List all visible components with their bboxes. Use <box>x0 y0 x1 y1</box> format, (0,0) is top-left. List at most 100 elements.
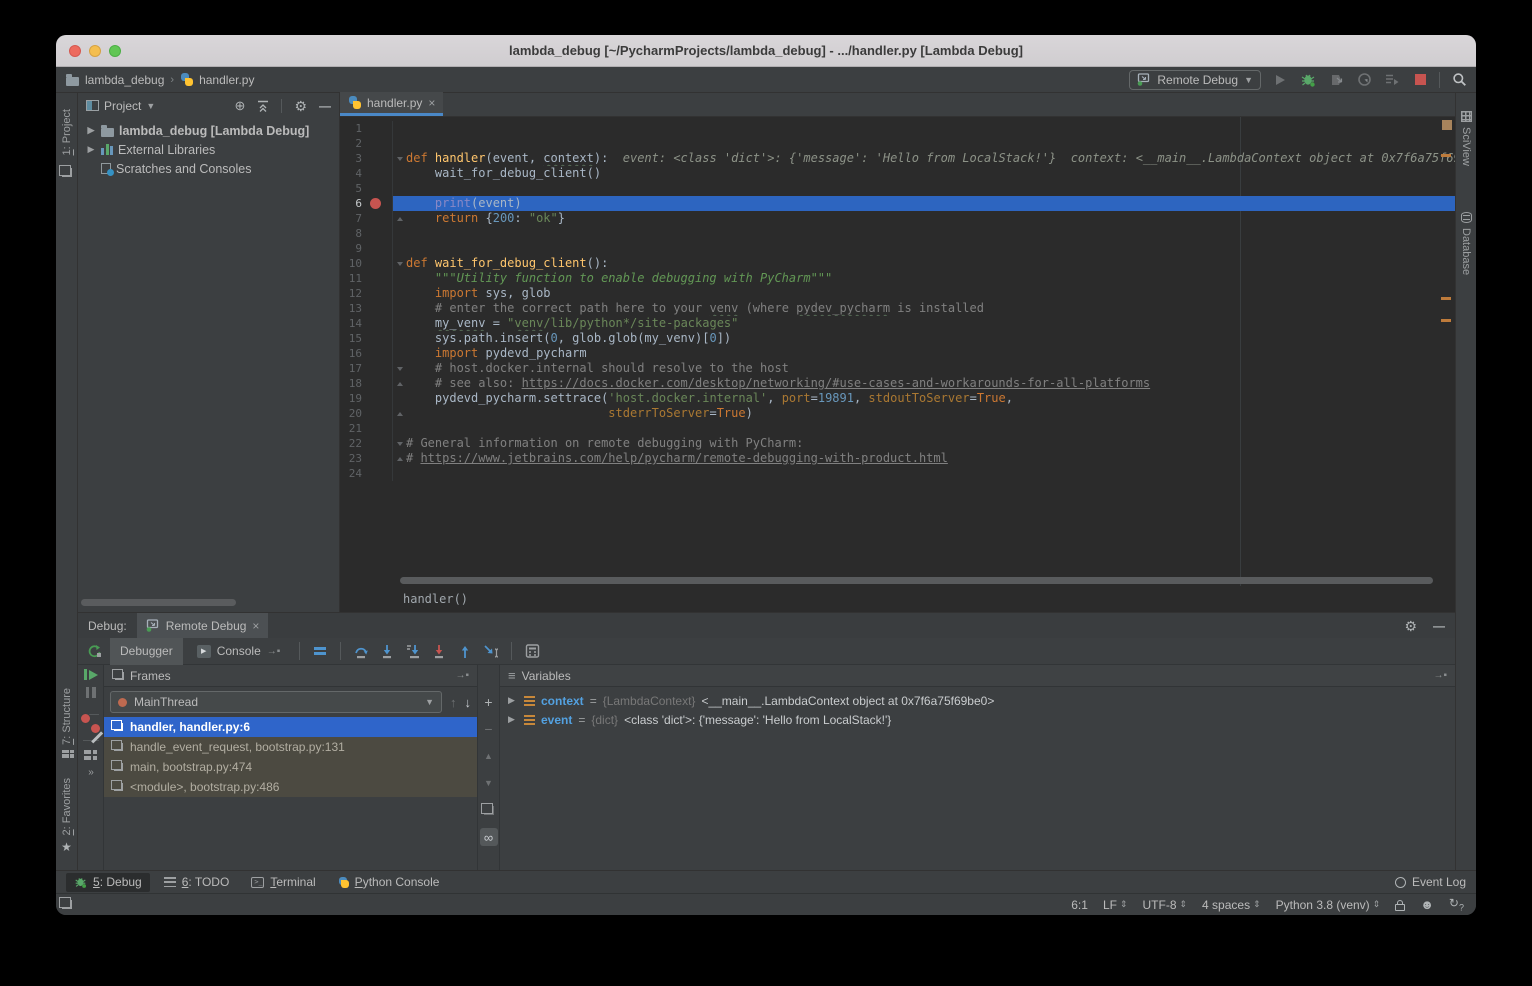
step-into-button[interactable] <box>376 640 398 662</box>
tab-debugger[interactable]: Debugger <box>110 638 183 665</box>
restore-layout-icon[interactable]: →▪ <box>1433 670 1447 681</box>
tool-stripe-favorites[interactable]: 2: Favorites ★ <box>61 778 73 854</box>
collapse-all-button[interactable] <box>257 100 269 112</box>
gutter[interactable]: 11 <box>340 271 393 286</box>
tool-window-tab--todo[interactable]: 6: TODO <box>156 873 238 892</box>
breakpoint[interactable] <box>362 198 388 209</box>
chevron-down-icon[interactable]: ▼ <box>146 101 155 111</box>
frame-row[interactable]: handle_event_request, bootstrap.py:131 <box>104 737 477 757</box>
lock-icon[interactable] <box>1395 904 1405 911</box>
fold-marker-icon[interactable] <box>393 211 406 226</box>
code-editor[interactable]: 123def handler(event, context): event: <… <box>340 117 1455 586</box>
code-line[interactable]: 19 pydevd_pycharm.settrace('host.docker.… <box>340 391 1455 406</box>
gutter[interactable]: 9 <box>340 241 393 256</box>
hide-panel-button[interactable]: — <box>319 99 331 113</box>
tree-item[interactable]: ▶External Libraries <box>78 140 339 159</box>
tool-window-tab-python-console[interactable]: Python Console <box>330 873 448 892</box>
code-line[interactable]: 15 sys.path.insert(0, glob.glob(my_venv)… <box>340 331 1455 346</box>
close-session-icon[interactable]: × <box>252 619 259 633</box>
fold-marker-icon[interactable] <box>393 436 406 451</box>
coverage-button[interactable] <box>1327 71 1345 89</box>
warning-stripe-mark[interactable] <box>1441 319 1451 322</box>
variable-row[interactable]: ▶event={dict}<class 'dict'>: {'message':… <box>500 710 1455 729</box>
show-execution-point-button[interactable] <box>309 640 331 662</box>
editor-horizontal-scrollbar[interactable] <box>400 577 1433 584</box>
gutter[interactable]: 21 <box>340 421 393 436</box>
move-watch-up-button[interactable]: ▲ <box>480 747 498 765</box>
tool-window-tab--debug[interactable]: 5: Debug <box>66 873 150 892</box>
fold-marker-icon[interactable] <box>393 256 406 271</box>
code-line[interactable]: 10def wait_for_debug_client(): <box>340 256 1455 271</box>
frame-row[interactable]: <module>, bootstrap.py:486 <box>104 777 477 797</box>
gutter[interactable]: 5 <box>340 181 393 196</box>
tool-stripe-project[interactable]: 1: Project <box>61 109 73 177</box>
code-line[interactable]: 9 <box>340 241 1455 256</box>
step-out-button[interactable] <box>454 640 476 662</box>
code-line[interactable]: 7 return {200: "ok"} <box>340 211 1455 226</box>
expand-arrow-icon[interactable]: ▶ <box>508 714 518 725</box>
run-to-cursor-button[interactable] <box>480 640 502 662</box>
fold-marker-icon[interactable] <box>393 151 406 166</box>
gutter[interactable]: 23 <box>340 451 393 466</box>
code-line[interactable]: 23# https://www.jetbrains.com/help/pycha… <box>340 451 1455 466</box>
variable-row[interactable]: ▶context={LambdaContext}<__main__.Lambda… <box>500 691 1455 710</box>
status-item[interactable]: LF⇕ <box>1103 898 1128 912</box>
tool-stripe-database[interactable]: Database <box>1460 212 1472 275</box>
fold-marker-icon[interactable] <box>393 406 406 421</box>
code-line[interactable]: 11 """Utility function to enable debuggi… <box>340 271 1455 286</box>
move-watch-down-button[interactable]: ▼ <box>480 774 498 792</box>
step-into-my-code-button[interactable] <box>428 640 450 662</box>
tree-item[interactable]: Scratches and Consoles <box>78 159 339 178</box>
tree-item[interactable]: ▶lambda_debug [Lambda Debug] <box>78 121 339 140</box>
inspection-status-square[interactable] <box>1442 120 1452 130</box>
gutter[interactable]: 1 <box>340 121 393 136</box>
update-info-icon[interactable]: ↻? <box>1449 896 1464 912</box>
hide-debug-panel-button[interactable]: — <box>1433 619 1445 633</box>
gutter[interactable]: 22 <box>340 436 393 451</box>
fold-marker-icon[interactable] <box>393 376 406 391</box>
code-line[interactable]: 18 # see also: https://docs.docker.com/d… <box>340 376 1455 391</box>
close-tab-icon[interactable]: × <box>428 96 435 110</box>
event-log-button[interactable]: Event Log <box>1395 875 1466 889</box>
fold-marker-icon[interactable] <box>393 451 406 466</box>
code-line[interactable]: 12 import sys, glob <box>340 286 1455 301</box>
stop-button[interactable] <box>1411 71 1429 89</box>
status-item[interactable]: 4 spaces⇕ <box>1202 898 1261 912</box>
fold-marker-icon[interactable] <box>393 361 406 376</box>
code-line[interactable]: 8 <box>340 226 1455 241</box>
warning-stripe-mark[interactable] <box>1441 297 1451 300</box>
rerun-button[interactable] <box>84 640 106 662</box>
breadcrumb-file[interactable]: handler.py <box>199 73 254 87</box>
code-line[interactable]: 17 # host.docker.internal should resolve… <box>340 361 1455 376</box>
status-item[interactable]: UTF-8⇕ <box>1143 898 1188 912</box>
code-line[interactable]: 5 <box>340 181 1455 196</box>
debug-button[interactable] <box>1299 71 1317 89</box>
code-line[interactable]: 21 <box>340 421 1455 436</box>
gutter[interactable]: 10 <box>340 256 393 271</box>
code-line[interactable]: 20 stderrToServer=True) <box>340 406 1455 421</box>
gutter[interactable]: 7 <box>340 211 393 226</box>
resume-button[interactable] <box>84 669 98 680</box>
code-line[interactable]: 22# General information on remote debugg… <box>340 436 1455 451</box>
debug-session-tab[interactable]: Remote Debug × <box>137 613 269 638</box>
run-button[interactable] <box>1271 71 1289 89</box>
gutter[interactable]: 14 <box>340 316 393 331</box>
previous-frame-button[interactable]: ↑ <box>450 695 457 710</box>
step-over-button[interactable] <box>350 640 372 662</box>
thread-select[interactable]: MainThread ▼ <box>110 691 442 713</box>
profiler-button[interactable] <box>1355 71 1373 89</box>
tab-console[interactable]: ▶ Console →▪ <box>187 638 291 665</box>
search-everywhere-button[interactable] <box>1450 71 1468 89</box>
code-line[interactable]: 1 <box>340 121 1455 136</box>
highlighting-level-icon[interactable]: ☻ <box>1420 897 1434 912</box>
more-actions-button[interactable]: » <box>88 767 93 778</box>
gutter[interactable]: 17 <box>340 361 393 376</box>
force-step-into-button[interactable] <box>402 640 424 662</box>
gutter[interactable]: 18 <box>340 376 393 391</box>
add-watch-button[interactable]: + <box>480 693 498 711</box>
breadcrumb-project[interactable]: lambda_debug <box>85 73 164 87</box>
expand-arrow-icon[interactable]: ▶ <box>508 695 518 706</box>
evaluate-expression-button[interactable] <box>521 640 543 662</box>
code-line[interactable]: 24 <box>340 466 1455 481</box>
gutter[interactable]: 8 <box>340 226 393 241</box>
